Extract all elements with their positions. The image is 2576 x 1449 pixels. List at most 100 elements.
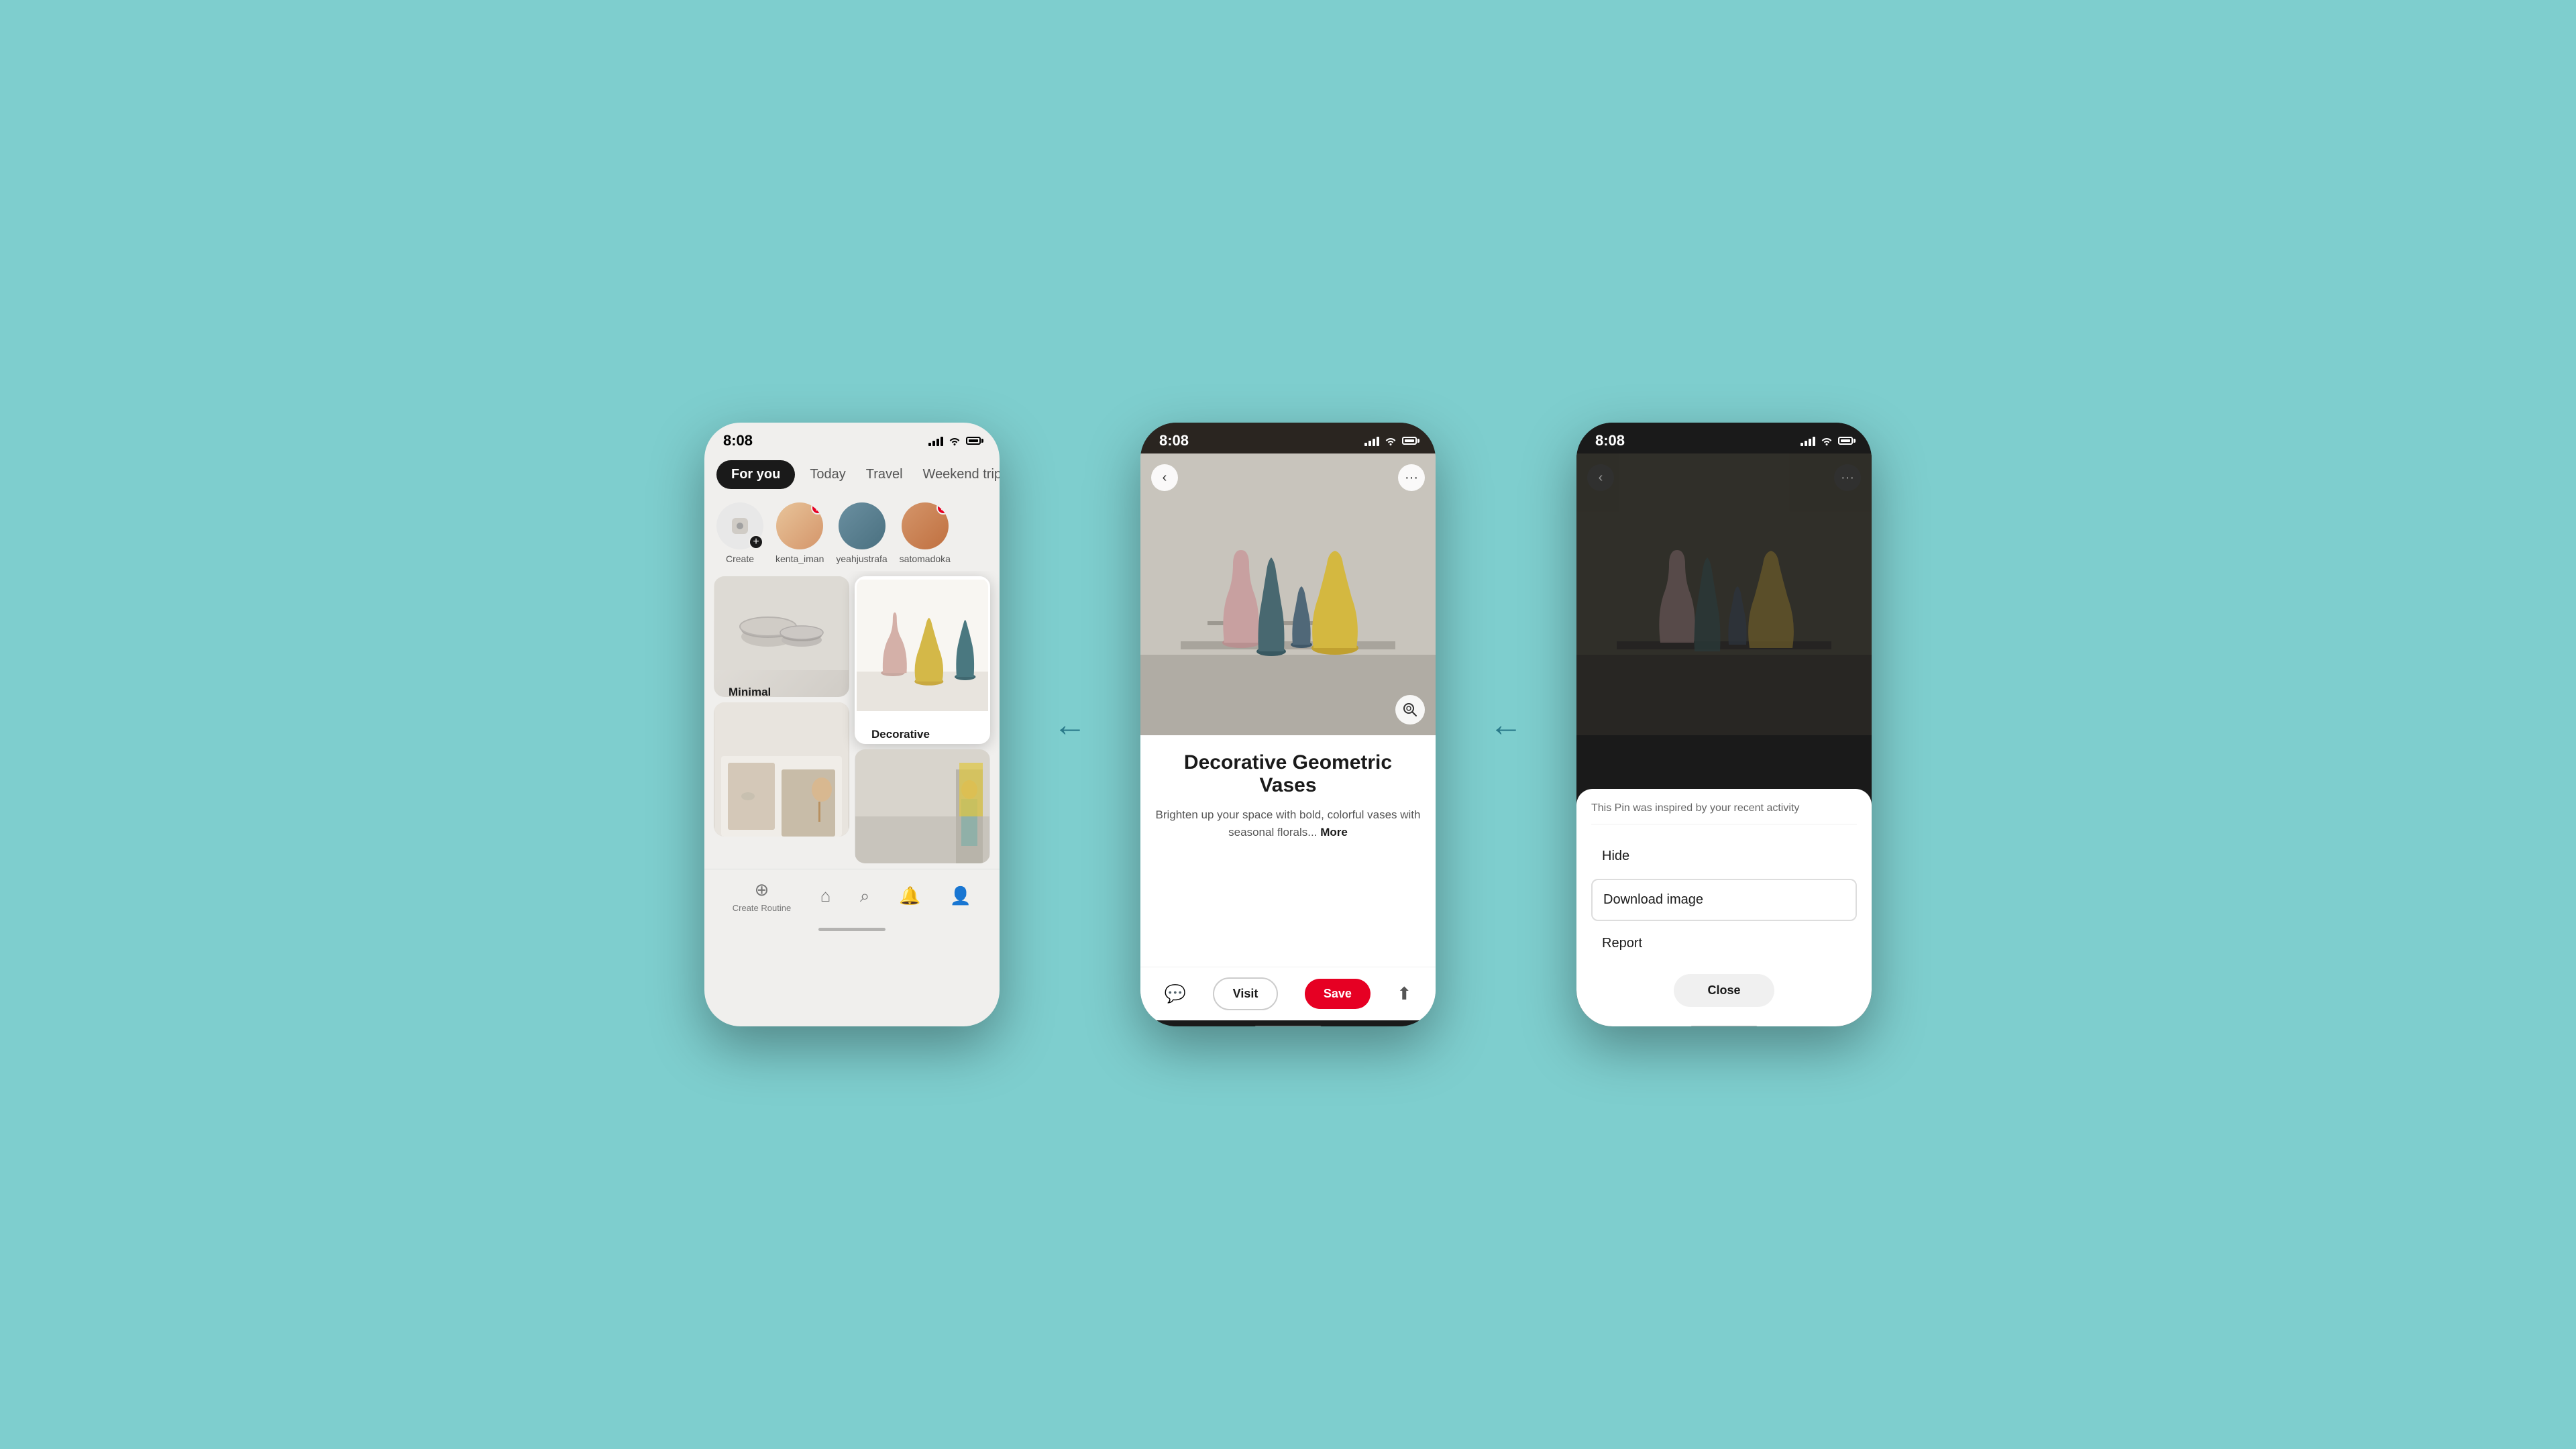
stories-row: + Create 2 kenta_iman yeahjustrafa 5 sat… — [704, 496, 1000, 571]
more-button[interactable]: ··· — [1398, 464, 1425, 491]
back-button[interactable]: ‹ — [1151, 464, 1178, 491]
status-bar-1: 8:08 — [704, 423, 1000, 453]
context-menu: This Pin was inspired by your recent act… — [1576, 789, 1872, 1020]
battery-icon-2 — [1402, 437, 1417, 445]
context-menu-hide[interactable]: Hide — [1591, 837, 1857, 876]
story-label-sato: satomadoka — [900, 553, 951, 564]
story-badge-kenta: 2 — [811, 502, 823, 515]
lens-button[interactable] — [1395, 695, 1425, 724]
share-button[interactable]: ⬆ — [1397, 983, 1411, 1004]
phone-2: 8:08 — [1140, 423, 1436, 1026]
home-icon: ⌂ — [820, 885, 831, 906]
profile-icon: 👤 — [950, 885, 971, 906]
create-routine-label: Create Routine — [733, 903, 791, 913]
context-menu-close-area: Close — [1591, 974, 1857, 1007]
story-kenta[interactable]: 2 kenta_iman — [775, 502, 824, 564]
bell-icon: 🔔 — [899, 885, 920, 906]
signal-icon — [928, 435, 943, 446]
time-3: 8:08 — [1595, 432, 1625, 449]
tab-weekend[interactable]: Weekend trip — [918, 460, 1000, 489]
save-button[interactable]: Save — [1305, 979, 1371, 1009]
create-avatar: + — [716, 502, 763, 549]
create-routine-icon: ⊕ — [755, 879, 769, 900]
visit-button[interactable]: Visit — [1213, 977, 1279, 1010]
pin-ceramic-label: Minimal Ceramic Bowls — [720, 679, 824, 697]
story-label-kenta: kenta_iman — [775, 553, 824, 564]
back-button-dark[interactable]: ‹ — [1587, 464, 1614, 491]
pin-vases-title-row: Decorative Geometric Vases ··· — [857, 716, 988, 744]
wifi-icon-3 — [1821, 432, 1833, 449]
pin-woman[interactable] — [855, 749, 990, 863]
nav-create[interactable]: ⊕ Create Routine — [733, 879, 791, 913]
pin-detail-title: Decorative Geometric Vases — [1155, 751, 1421, 797]
tab-travel[interactable]: Travel — [861, 460, 908, 489]
home-indicator-3 — [1576, 1020, 1872, 1026]
plus-icon: + — [749, 535, 763, 549]
tab-today[interactable]: Today — [804, 460, 851, 489]
home-bar-3 — [1690, 1026, 1758, 1027]
pin-bedroom[interactable] — [714, 702, 849, 837]
arrow-2-container: ← — [1489, 705, 1523, 744]
pin-vases-label: Decorative Geometric Vases — [863, 721, 963, 744]
pin-ceramic-bowls[interactable]: Minimal Ceramic Bowls ··· — [714, 576, 849, 697]
nav-items: ⊕ Create Routine ⌂ ⌕ 🔔 👤 — [718, 879, 986, 913]
more-button-dark[interactable]: ··· — [1834, 464, 1861, 491]
home-indicator-1 — [704, 922, 1000, 936]
nav-home[interactable]: ⌂ — [820, 885, 831, 906]
wifi-icon-2 — [1385, 432, 1397, 449]
status-bar-2: 8:08 — [1140, 423, 1436, 453]
time-1: 8:08 — [723, 432, 753, 449]
home-bar-1 — [818, 928, 885, 931]
col-2: Decorative Geometric Vases ··· — [855, 576, 990, 863]
pin-detail-desc: Brighten up your space with bold, colorf… — [1155, 806, 1421, 841]
battery-icon-3 — [1838, 437, 1853, 445]
tab-for-you[interactable]: For you — [716, 460, 795, 489]
arrow-1: ← — [1053, 705, 1087, 744]
context-menu-report[interactable]: Report — [1591, 924, 1857, 963]
home-indicator-2 — [1140, 1020, 1436, 1026]
phone-3: 8:08 — [1576, 423, 1872, 1026]
pin-ceramic-title-row: Minimal Ceramic Bowls ··· — [714, 674, 849, 697]
story-yeah[interactable]: yeahjustrafa — [836, 502, 887, 564]
pin-detail-image-dark: ‹ ··· — [1576, 453, 1872, 735]
phone3-content: ‹ ··· This Pin was inspired by your rece… — [1576, 453, 1872, 1020]
story-avatar-sato: 5 — [902, 502, 949, 549]
close-button[interactable]: Close — [1674, 974, 1774, 1007]
story-avatar-kenta: 2 — [776, 502, 823, 549]
wifi-icon — [949, 432, 961, 449]
status-bar-3: 8:08 — [1576, 423, 1872, 453]
signal-icon-2 — [1364, 435, 1379, 446]
story-sato[interactable]: 5 satomadoka — [900, 502, 951, 564]
story-create[interactable]: + Create — [716, 502, 763, 564]
status-icons-2 — [1364, 432, 1417, 449]
tab-bar: For you Today Travel Weekend trip — [704, 453, 1000, 496]
story-avatar-yeah — [839, 502, 885, 549]
time-2: 8:08 — [1159, 432, 1189, 449]
home-bar-2 — [1254, 1026, 1322, 1027]
pin-vases-highlighted[interactable]: Decorative Geometric Vases ··· — [855, 576, 990, 744]
pin-detail-image: ‹ ··· — [1140, 453, 1436, 735]
col-1: Minimal Ceramic Bowls ··· — [714, 576, 849, 863]
phone2-content: ‹ ··· Decorative Geometric Vases Brighte… — [1140, 453, 1436, 1020]
comment-button[interactable]: 💬 — [1165, 983, 1186, 1004]
nav-bell[interactable]: 🔔 — [899, 885, 920, 906]
phone-1: 8:08 For you Today Travel Weekend trip — [704, 423, 1000, 1026]
search-icon: ⌕ — [860, 885, 870, 907]
story-create-label: Create — [726, 553, 754, 564]
story-badge-sato: 5 — [936, 502, 949, 515]
arrow-1-container: ← — [1053, 705, 1087, 744]
masonry-grid: Minimal Ceramic Bowls ··· — [704, 571, 1000, 869]
arrow-2: ← — [1489, 705, 1523, 744]
context-menu-download[interactable]: Download image — [1591, 879, 1857, 921]
pin-detail-actions: 💬 Visit Save ⬆ — [1140, 967, 1436, 1020]
context-menu-hint: This Pin was inspired by your recent act… — [1591, 802, 1857, 824]
status-icons-1 — [928, 432, 981, 449]
signal-icon-3 — [1801, 435, 1815, 446]
nav-search[interactable]: ⌕ — [860, 885, 870, 907]
status-icons-3 — [1801, 432, 1853, 449]
pin-vases-menu[interactable]: ··· — [963, 737, 981, 745]
pin-detail-body: Decorative Geometric Vases Brighten up y… — [1140, 735, 1436, 967]
nav-profile[interactable]: 👤 — [950, 885, 971, 906]
more-link[interactable]: More — [1320, 826, 1348, 839]
pin-ceramic-menu[interactable]: ··· — [824, 688, 843, 698]
